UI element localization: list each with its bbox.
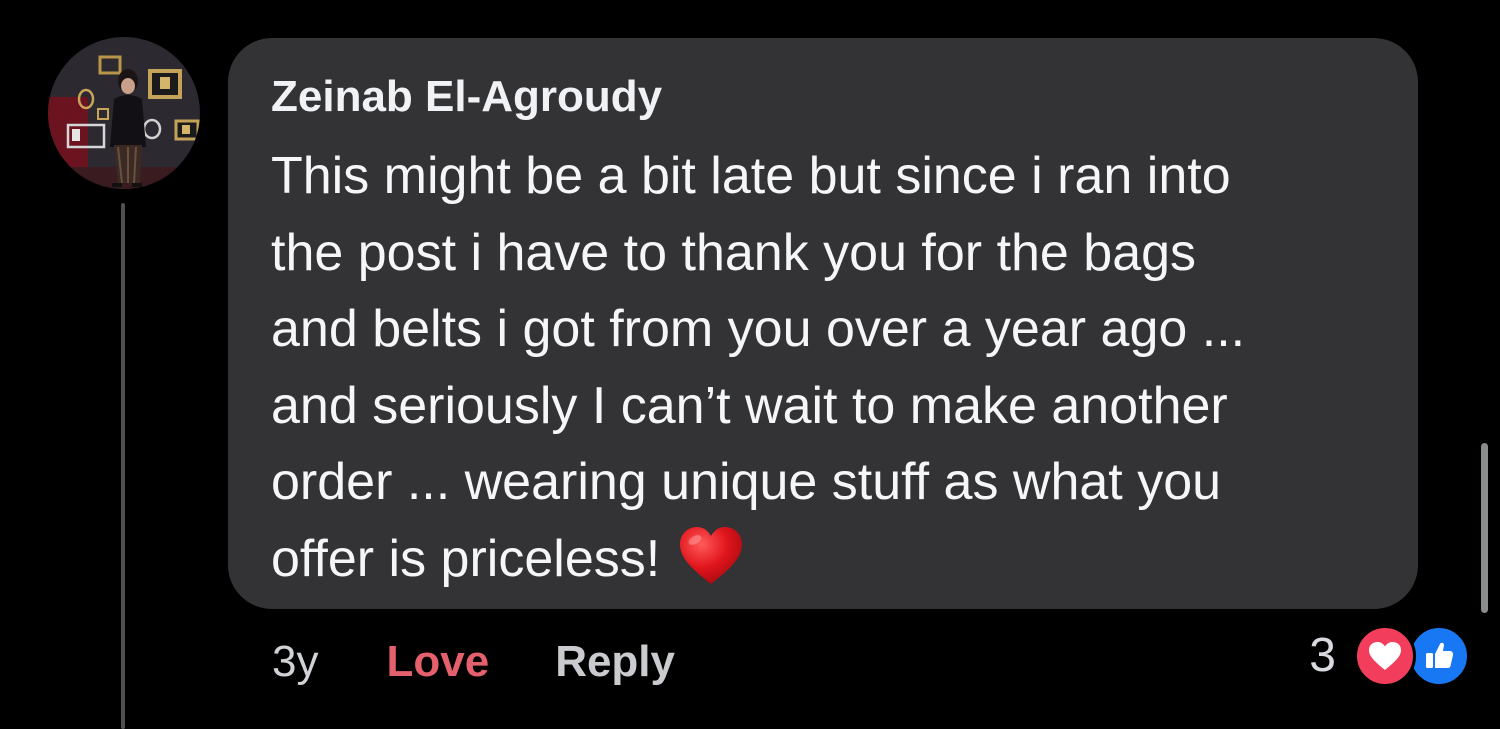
comment-timestamp[interactable]: 3y <box>272 634 318 690</box>
comment-author[interactable]: Zeinab El-Agroudy <box>271 72 1378 122</box>
comment-text-line: order ... wearing unique stuff as what y… <box>271 453 1222 511</box>
comment-text-line: This might be a bit late but since i ran… <box>271 147 1231 205</box>
comment-text-line: and seriously I can’t wait to make anoth… <box>271 376 1228 435</box>
reaction-summary[interactable]: 3 <box>1309 624 1470 688</box>
reaction-count: 3 <box>1309 629 1336 682</box>
heart-emoji-icon <box>680 526 743 584</box>
comment-text-line: offer is priceless! <box>271 529 661 588</box>
avatar-photo <box>48 37 200 189</box>
thread-line <box>121 203 125 729</box>
scrollbar[interactable] <box>1481 443 1488 613</box>
like-reaction-icon <box>1408 625 1470 687</box>
avatar[interactable] <box>48 37 200 189</box>
reply-button[interactable]: Reply <box>555 634 675 690</box>
love-reaction-button[interactable]: Love <box>386 634 489 690</box>
comment-text-line: and belts i got from you over a year ago… <box>271 300 1246 358</box>
comment-text-line: the post i have to thank you for the bag… <box>271 223 1197 282</box>
love-reaction-icon <box>1354 625 1416 687</box>
comment-actions: 3y Love Reply <box>272 634 675 690</box>
comment-text-line-last: offer is priceless! <box>271 521 1378 598</box>
comment-text: This might be a bit late but since i ran… <box>271 138 1378 597</box>
comment-bubble: Zeinab El-Agroudy This might be a bit la… <box>228 38 1418 609</box>
